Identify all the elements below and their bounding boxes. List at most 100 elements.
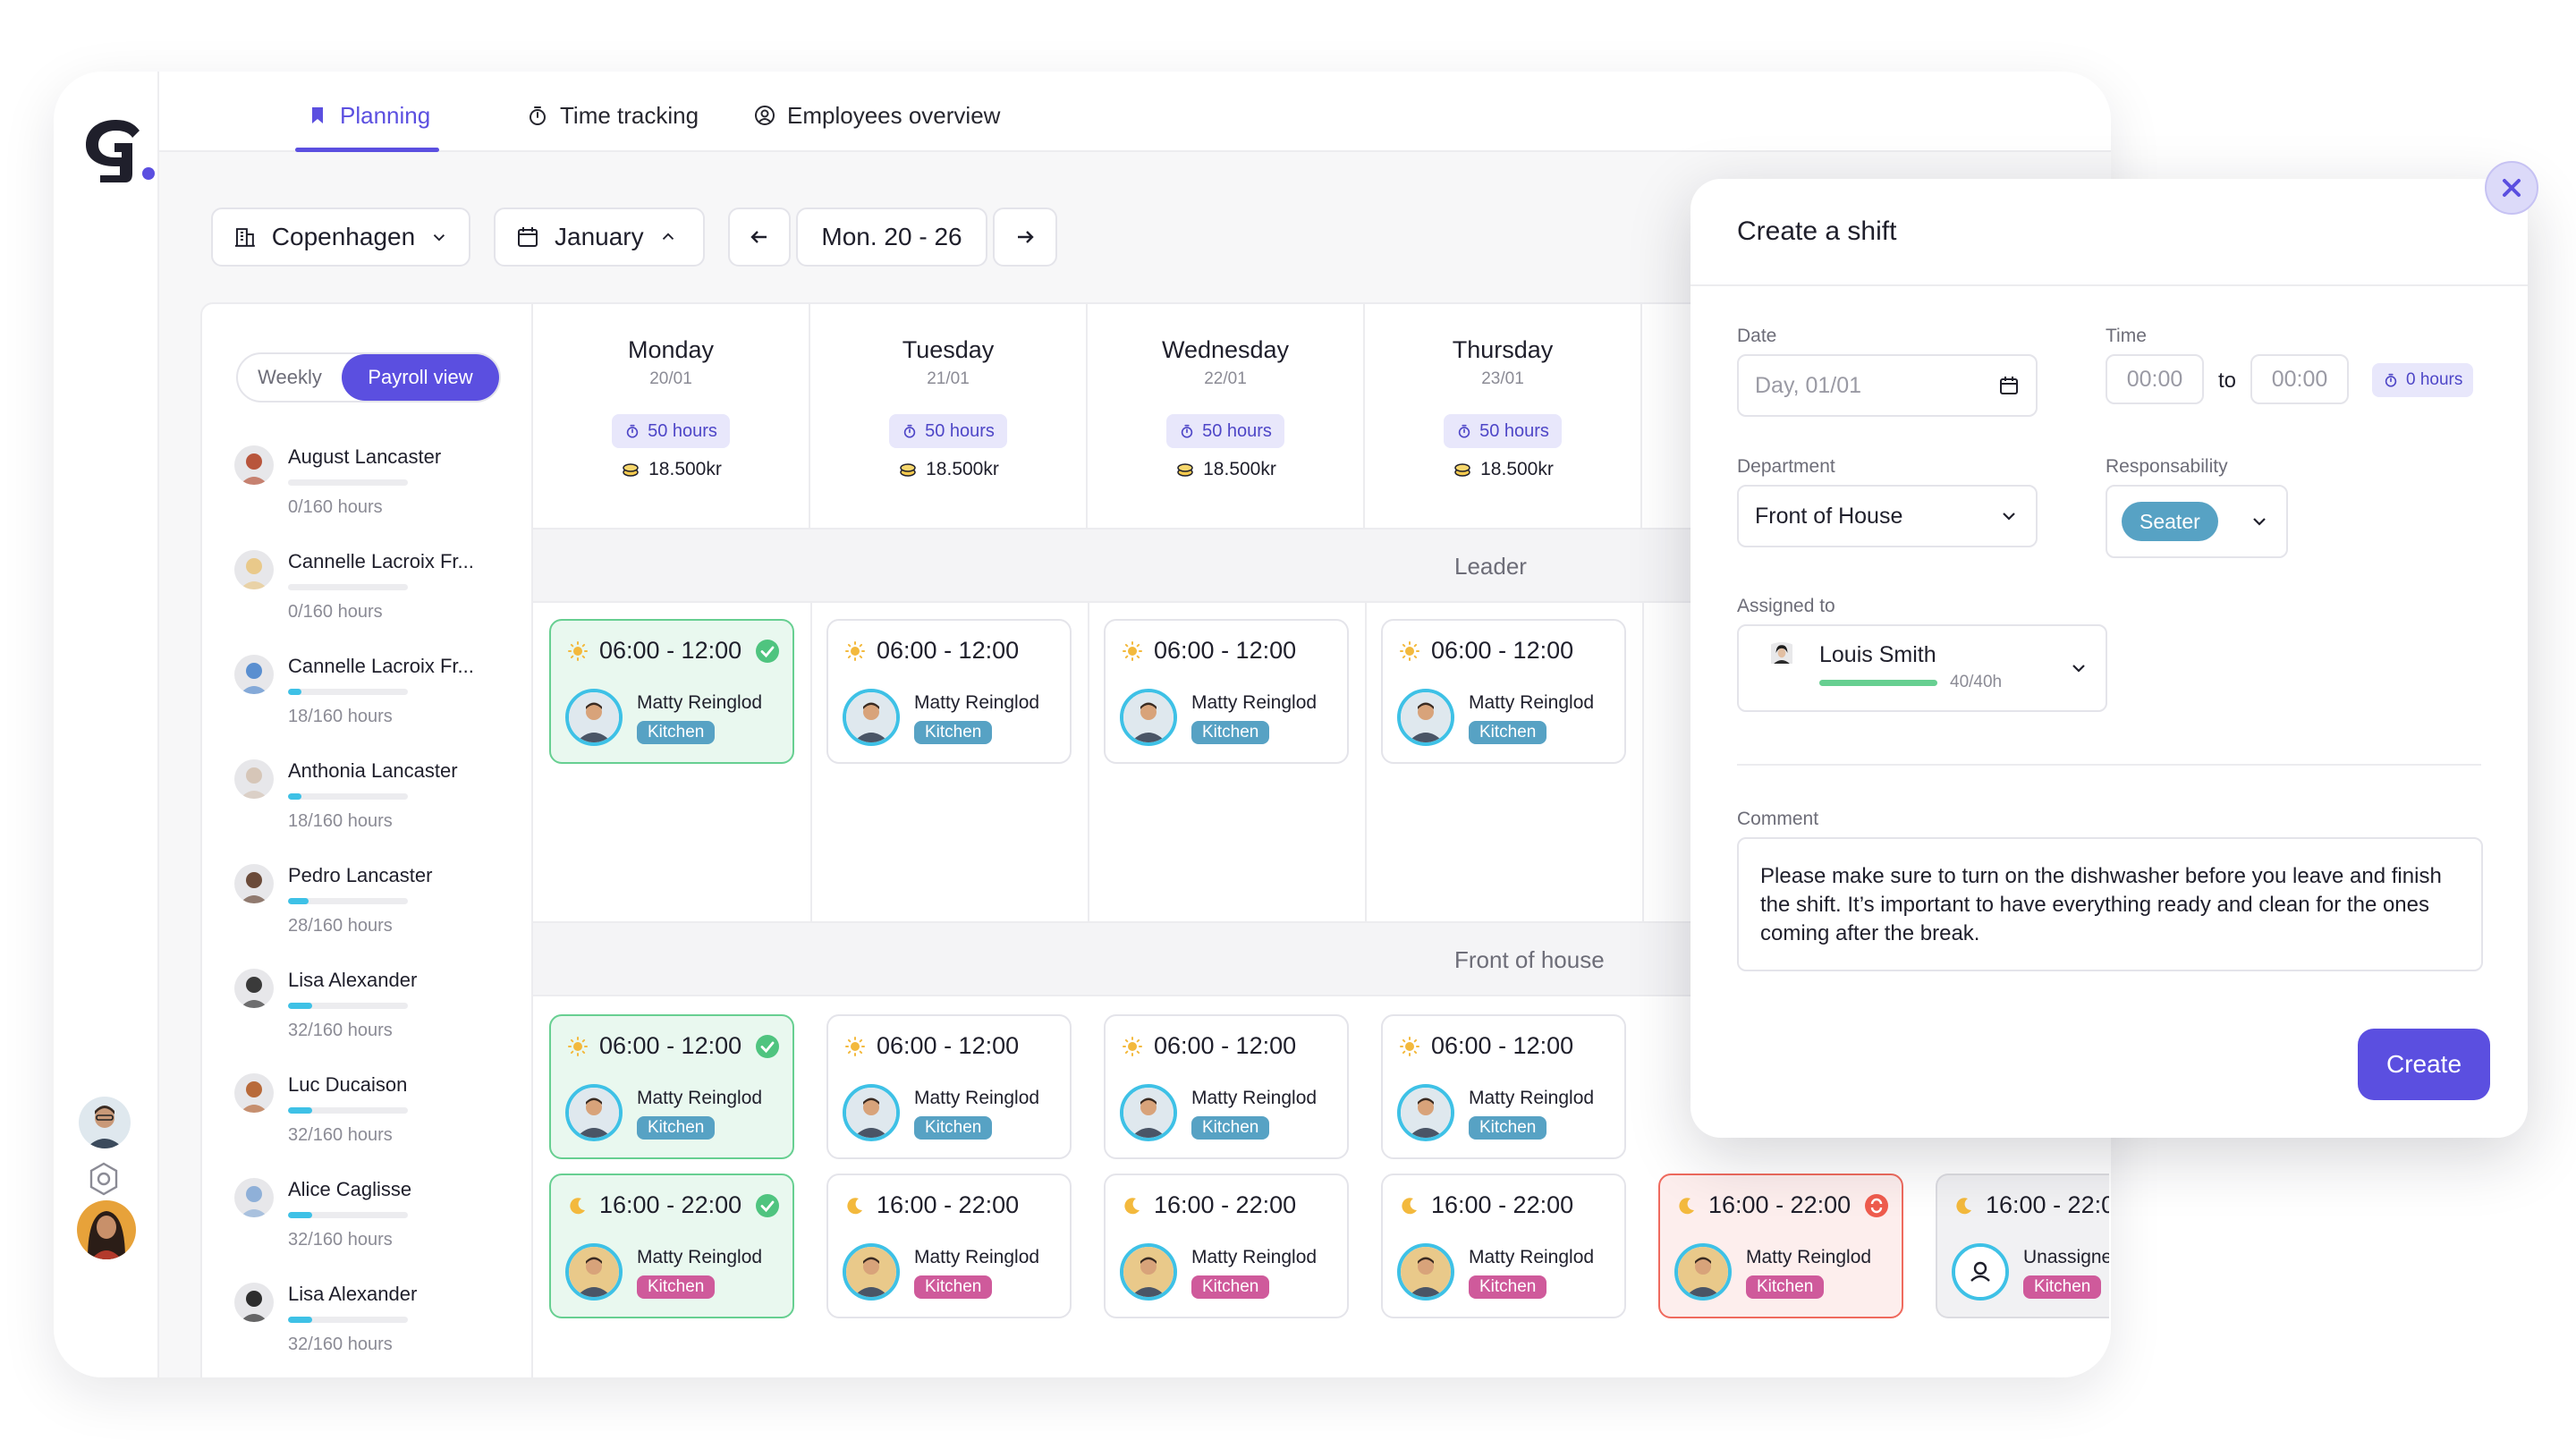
shift-person: Unassigne xyxy=(2023,1247,2109,1267)
employee-row[interactable]: Cannelle Lacroix Fr... 18/160 hours xyxy=(234,649,503,739)
shift-card[interactable]: 06:00 - 12:00 Matty Reinglod Kitchen xyxy=(549,1014,794,1159)
department-tag: Kitchen xyxy=(1746,1275,1825,1299)
employee-hours: 0/160 hours xyxy=(288,602,383,622)
employee-row[interactable]: Cannelle Lacroix Fr... 0/160 hours xyxy=(234,545,503,634)
moon-icon xyxy=(570,1197,585,1214)
shift-card[interactable]: 06:00 - 12:00 Matty Reinglod Kitchen xyxy=(1381,1014,1626,1159)
assigned-select[interactable]: Louis Smith 40/40h xyxy=(1737,624,2107,712)
employee-row[interactable]: Lisa Alexander 32/160 hours xyxy=(234,963,503,1053)
shift-card[interactable]: 16:00 - 22:00 Matty Reinglod Kitchen xyxy=(1104,1174,1349,1318)
create-button[interactable]: Create xyxy=(2358,1029,2490,1100)
stopwatch-icon xyxy=(903,424,916,438)
time-from-input[interactable]: 00:00 xyxy=(2106,354,2204,404)
employee-avatar-icon xyxy=(1397,1243,1454,1301)
day-column-header: Thursday 23/01 50 hours 18.500kr xyxy=(1365,304,1642,528)
date-label: Date xyxy=(1737,326,1777,346)
employee-row[interactable]: Luc Ducaison 32/160 hours xyxy=(234,1068,503,1157)
bookmark-icon xyxy=(312,107,323,123)
shift-time: 16:00 - 22:00 xyxy=(844,1191,1019,1219)
shift-time-label: 06:00 - 12:00 xyxy=(1154,637,1297,664)
employee-avatar-icon xyxy=(234,1283,274,1322)
moon-icon xyxy=(1124,1197,1140,1214)
tab-planning[interactable]: Planning xyxy=(294,102,440,152)
shift-card[interactable]: 06:00 - 12:00 Matty Reinglod Kitchen xyxy=(1104,619,1349,764)
shift-card[interactable]: 16:00 - 22:0 Unassigne Kitchen xyxy=(1936,1174,2109,1318)
comment-label: Comment xyxy=(1737,809,1819,829)
employee-avatar-icon xyxy=(234,969,274,1008)
employee-avatar-icon xyxy=(1120,689,1177,746)
profile-avatar-icon[interactable] xyxy=(77,1200,136,1259)
employee-row[interactable]: Anthonia Lancaster 18/160 hours xyxy=(234,754,503,843)
day-name: Thursday xyxy=(1452,336,1554,363)
shift-time-label: 16:00 - 22:00 xyxy=(1708,1191,1852,1218)
week-range[interactable]: Mon. 20 - 26 xyxy=(796,208,987,267)
shift-person: Matty Reinglod xyxy=(1469,1088,1595,1108)
comment-textarea[interactable]: Please make sure to turn on the dishwash… xyxy=(1737,837,2483,971)
day-hours: 50 hours xyxy=(1202,420,1272,441)
grid-line xyxy=(810,603,812,921)
next-week-button[interactable] xyxy=(993,208,1057,267)
previous-week-button[interactable] xyxy=(728,208,791,267)
weekly-toggle[interactable]: Weekly xyxy=(238,354,342,401)
employee-avatar-icon xyxy=(1674,1243,1732,1301)
shift-card[interactable]: 16:00 - 22:00 Matty Reinglod Kitchen xyxy=(826,1174,1072,1318)
shift-time: 06:00 - 12:00 xyxy=(1122,637,1296,665)
shift-time: 06:00 - 12:00 xyxy=(844,1032,1019,1060)
shift-card[interactable]: 16:00 - 22:00 Matty Reinglod Kitchen xyxy=(549,1174,794,1318)
shift-person: Matty Reinglod xyxy=(637,692,763,713)
tab-employees-overview[interactable]: Employees overview xyxy=(753,102,1000,152)
top-navigation: Planning Time tracking Employees overvie… xyxy=(159,72,2111,152)
tab-time-tracking[interactable]: Time tracking xyxy=(526,102,699,152)
user-avatar-icon[interactable] xyxy=(79,1097,131,1148)
payroll-view-toggle[interactable]: Payroll view xyxy=(342,354,499,401)
shift-person: Matty Reinglod xyxy=(914,692,1040,713)
calendar-icon xyxy=(518,227,538,247)
shift-card[interactable]: 06:00 - 12:00 Matty Reinglod Kitchen xyxy=(549,619,794,764)
day-name: Monday xyxy=(627,336,715,363)
employee-avatar-icon xyxy=(234,445,274,485)
department-tag: Kitchen xyxy=(1191,1116,1270,1140)
shift-card[interactable]: 16:00 - 22:00 Matty Reinglod Kitchen xyxy=(1381,1174,1626,1318)
shift-card[interactable]: 06:00 - 12:00 Matty Reinglod Kitchen xyxy=(1381,619,1626,764)
employee-row[interactable]: Alice Caglisse 32/160 hours xyxy=(234,1173,503,1262)
day-date: 22/01 xyxy=(1204,369,1247,388)
settings-gear-icon[interactable] xyxy=(86,1161,122,1197)
chevron-down-icon xyxy=(2072,665,2085,673)
assignee-avatar-icon xyxy=(1755,642,1809,696)
tab-employees-overview-label: Employees overview xyxy=(787,102,1001,129)
stopwatch-icon xyxy=(2385,373,2397,387)
day-cost: 18.500kr xyxy=(810,459,1086,480)
grid-line xyxy=(1088,603,1089,921)
employee-name: Cannelle Lacroix Fr... xyxy=(288,655,474,677)
shift-card[interactable]: 16:00 - 22:00 Matty Reinglod Kitchen xyxy=(1658,1174,1903,1318)
employee-row[interactable]: Pedro Lancaster 28/160 hours xyxy=(234,859,503,948)
month-select[interactable]: January xyxy=(494,208,705,267)
employee-hours: 32/160 hours xyxy=(288,1125,393,1145)
location-select[interactable]: Copenhagen xyxy=(211,208,470,267)
employee-row[interactable]: August Lancaster 0/160 hours xyxy=(234,440,503,530)
employee-row[interactable]: Lisa Alexander 32/160 hours xyxy=(234,1277,503,1367)
responsibility-select[interactable]: Seater xyxy=(2106,485,2288,558)
employee-name: Cannelle Lacroix Fr... xyxy=(288,550,474,572)
close-modal-button[interactable] xyxy=(2485,161,2538,215)
shift-card[interactable]: 06:00 - 12:00 Matty Reinglod Kitchen xyxy=(1104,1014,1349,1159)
month-value: January xyxy=(555,223,644,250)
employee-avatar-icon xyxy=(1397,689,1454,746)
date-input[interactable]: Day, 01/01 xyxy=(1737,354,2038,417)
employee-avatar-icon xyxy=(234,550,274,589)
logo-icon[interactable] xyxy=(77,113,157,184)
employee-avatar-icon xyxy=(234,759,274,799)
time-to-input[interactable]: 00:00 xyxy=(2250,354,2349,404)
shift-card[interactable]: 06:00 - 12:00 Matty Reinglod Kitchen xyxy=(826,1014,1072,1159)
arrow-right-icon xyxy=(1018,231,1034,243)
tab-time-tracking-label: Time tracking xyxy=(560,102,699,129)
employee-avatar-icon xyxy=(1120,1084,1177,1141)
shift-card[interactable]: 06:00 - 12:00 Matty Reinglod Kitchen xyxy=(826,619,1072,764)
close-icon xyxy=(2503,179,2521,197)
employee-hours-bar xyxy=(288,1212,408,1218)
assignee-hours: 40/40h xyxy=(1950,673,2003,691)
employee-avatar-icon xyxy=(1120,1243,1177,1301)
department-select[interactable]: Front of House xyxy=(1737,485,2038,547)
employee-name: Lisa Alexander xyxy=(288,1283,418,1305)
time-to-value: 00:00 xyxy=(2271,366,2328,392)
